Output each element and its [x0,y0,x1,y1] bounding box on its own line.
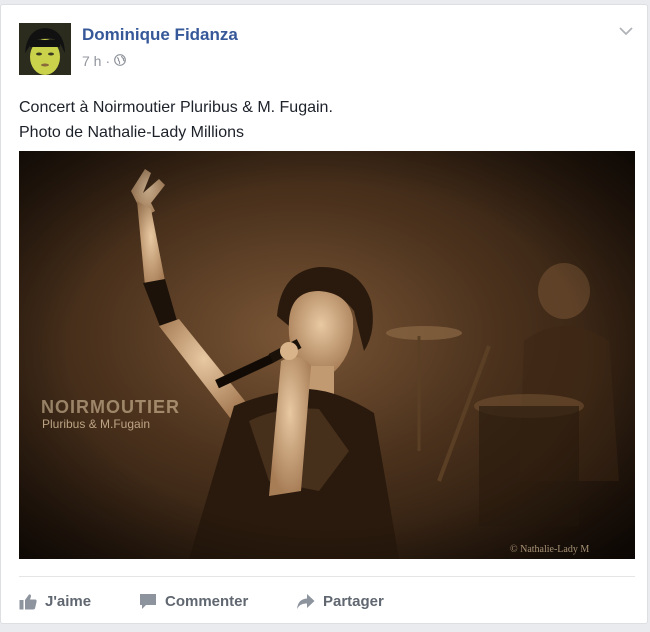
comment-label: Commenter [165,592,249,610]
chevron-down-icon[interactable] [619,23,633,36]
thumbs-up-icon [19,593,37,610]
post-text-line-1: Concert à Noirmoutier Pluribus & M. Fuga… [19,99,333,116]
divider [19,576,635,577]
post-time[interactable]: 7 h [82,53,101,69]
share-label: Partager [323,592,384,610]
photo-overlay-title: NOIRMOUTIER [41,397,180,417]
photo-credit: © Nathalie-Lady M [510,544,590,555]
photo-overlay-subtitle: Pluribus & M.Fugain [42,417,151,431]
share-arrow-icon [296,593,315,610]
post-text: Concert à Noirmoutier Pluribus & M. Fuga… [19,95,333,145]
comment-icon [139,593,157,610]
share-button[interactable]: Partager [296,591,384,611]
like-label: J'aime [45,592,92,610]
post-text-line-2: Photo de Nathalie-Lady Millions [19,124,245,141]
globe-icon[interactable] [114,53,127,69]
post-card: Dominique Fidanza 7 h · Concert à Noirmo… [0,4,648,624]
avatar[interactable] [19,23,71,75]
meta-separator: · [105,53,111,69]
comment-button[interactable]: Commenter [139,591,248,611]
post-meta: 7 h · [82,53,127,69]
like-button[interactable]: J'aime [19,591,91,611]
post-photo[interactable] [19,151,635,559]
author-name[interactable]: Dominique Fidanza [82,25,238,45]
